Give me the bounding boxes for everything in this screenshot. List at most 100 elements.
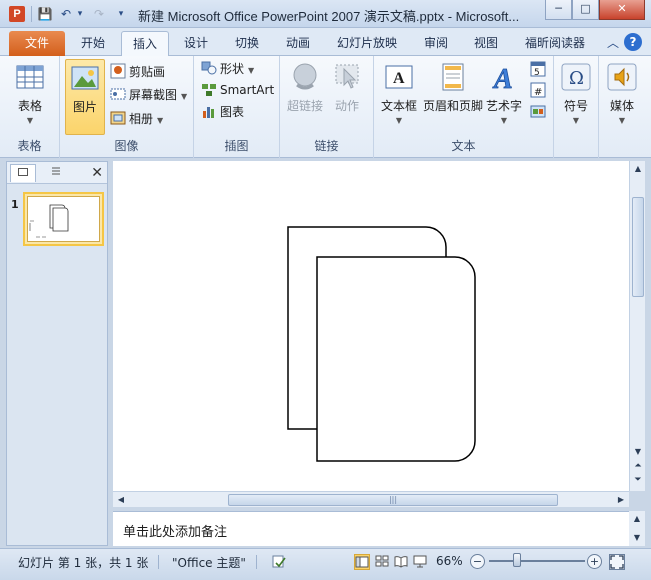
zoom-level[interactable]: 66% xyxy=(436,554,463,568)
chart-button[interactable]: 图表 xyxy=(201,102,244,122)
tab-outline[interactable] xyxy=(43,164,69,182)
tab-home[interactable]: 开始 xyxy=(69,31,117,56)
spell-check-icon[interactable] xyxy=(271,554,287,570)
tab-slides[interactable] xyxy=(10,164,36,182)
ribbon-tab-row: 文件 开始 插入 设计 切换 动画 幻灯片放映 审阅 视图 福昕阅读器 ︿ ? xyxy=(0,28,651,57)
powerpoint-app-icon[interactable]: P xyxy=(9,6,25,22)
vertical-scroll-thumb[interactable] xyxy=(632,197,644,297)
wordart-button[interactable]: A 艺术字 ▼ xyxy=(484,59,524,125)
front-rounded-rectangle xyxy=(316,256,476,462)
zoom-in-button[interactable]: + xyxy=(587,554,602,569)
previous-slide-icon[interactable]: ⏶ xyxy=(630,459,646,473)
scroll-right-icon[interactable]: ▶ xyxy=(613,493,629,507)
zoom-out-button[interactable]: − xyxy=(470,554,485,569)
svg-text:#: # xyxy=(534,87,542,98)
clipart-icon xyxy=(110,63,126,79)
customize-qat-icon[interactable]: ▾ xyxy=(115,6,127,22)
table-button[interactable]: 表格 ▼ xyxy=(6,59,54,125)
undo-icon[interactable]: ↶ xyxy=(59,6,73,22)
scroll-up-icon[interactable]: ▲ xyxy=(630,162,646,176)
workspace: ✕ 1 ▲ ▼ ⏶ ⏷ ◀ ||| ▶ 单击此处添加备注 ▲ ▼ xyxy=(0,158,651,548)
symbol-button[interactable]: Ω 符号 ▼ xyxy=(557,59,595,125)
screenshot-button-label: 屏幕截图 xyxy=(129,88,178,102)
scroll-left-icon[interactable]: ◀ xyxy=(113,493,129,507)
slide-number-icon: # xyxy=(530,82,546,98)
help-icon[interactable]: ? xyxy=(624,33,642,51)
notes-pane[interactable]: 单击此处添加备注 xyxy=(113,511,629,546)
tab-animations[interactable]: 动画 xyxy=(275,31,321,56)
group-label-links: 链接 xyxy=(314,139,339,153)
status-separator xyxy=(158,555,159,569)
wordart-icon: A xyxy=(488,61,520,96)
photo-album-icon xyxy=(110,110,126,126)
smartart-button[interactable]: SmartArt xyxy=(201,80,274,100)
header-footer-button[interactable]: 页眉和页脚 xyxy=(422,59,484,114)
textbox-button[interactable]: A 文本框 ▼ xyxy=(377,59,421,125)
title-bar: P 💾 ↶ ▾ ↷ ▾ 新建 Microsoft Office PowerPoi… xyxy=(0,0,651,28)
notes-placeholder[interactable]: 单击此处添加备注 xyxy=(123,521,227,540)
notes-scroll-up-icon[interactable]: ▲ xyxy=(629,512,645,526)
slide-thumbnail-selected[interactable] xyxy=(23,192,104,246)
screenshot-button[interactable]: 屏幕截图 ▼ xyxy=(110,85,187,105)
header-footer-button-label: 页眉和页脚 xyxy=(422,99,483,113)
slide-count-status: 幻灯片 第 1 张，共 1 张 xyxy=(18,556,149,570)
clipart-button[interactable]: 剪贴画 xyxy=(110,62,165,82)
zoom-slider[interactable] xyxy=(489,560,585,562)
undo-dropdown-icon[interactable]: ▾ xyxy=(75,6,85,22)
tab-file[interactable]: 文件 xyxy=(9,31,65,56)
date-time-icon: 5 xyxy=(530,61,546,78)
minimize-ribbon-icon[interactable]: ︿ xyxy=(607,34,619,51)
group-media: 媒体 ▼ xyxy=(599,56,651,158)
group-images: 图片 剪贴画 屏幕截图 ▼ 相册 ▼ 图像 xyxy=(60,56,194,158)
next-slide-icon[interactable]: ⏷ xyxy=(630,473,646,487)
close-button[interactable]: ✕ xyxy=(599,0,645,20)
shapes-button[interactable]: 形状 ▼ xyxy=(201,59,254,79)
slide-number-button[interactable]: # xyxy=(530,81,549,101)
action-button[interactable]: 动作 xyxy=(328,59,366,114)
slideshow-view-icon[interactable] xyxy=(412,554,428,570)
normal-view-icon[interactable] xyxy=(354,554,370,570)
redo-icon[interactable]: ↷ xyxy=(92,6,106,22)
date-time-button[interactable]: 5 xyxy=(530,60,549,80)
notes-scroll-down-icon[interactable]: ▼ xyxy=(629,531,645,545)
table-button-label: 表格 xyxy=(17,99,42,113)
picture-button[interactable]: 图片 xyxy=(65,59,105,135)
vertical-scrollbar[interactable]: ▲ ▼ ⏶ ⏷ xyxy=(629,161,645,491)
horizontal-scrollbar[interactable]: ◀ ||| ▶ xyxy=(113,491,629,507)
fit-to-window-icon[interactable] xyxy=(609,554,625,570)
object-icon xyxy=(530,103,546,119)
reading-view-icon[interactable] xyxy=(393,554,409,570)
window-title: 新建 Microsoft Office PowerPoint 2007 演示文稿… xyxy=(138,9,520,24)
scroll-down-icon[interactable]: ▼ xyxy=(630,445,646,459)
tab-foxit-reader[interactable]: 福昕阅读器 xyxy=(514,31,596,56)
hyperlink-icon xyxy=(289,61,321,93)
action-button-label: 动作 xyxy=(334,99,359,113)
slide-sorter-icon[interactable] xyxy=(374,554,390,570)
horizontal-scroll-thumb[interactable]: ||| xyxy=(228,494,558,506)
tab-review[interactable]: 审阅 xyxy=(413,31,459,56)
tab-insert[interactable]: 插入 xyxy=(121,31,169,57)
slide-shapes xyxy=(287,226,476,462)
object-button[interactable] xyxy=(530,102,549,122)
media-button[interactable]: 媒体 ▼ xyxy=(603,59,641,125)
minimize-button[interactable]: ─ xyxy=(545,0,572,20)
close-pane-icon[interactable]: ✕ xyxy=(91,164,103,182)
status-separator xyxy=(256,555,257,569)
header-footer-icon xyxy=(437,61,469,93)
omega-icon: Ω xyxy=(560,61,592,93)
chart-icon xyxy=(201,103,217,119)
smartart-button-label: SmartArt xyxy=(220,83,275,97)
tab-transitions[interactable]: 切换 xyxy=(224,31,270,56)
slides-tab-icon xyxy=(18,168,28,176)
slide-canvas[interactable] xyxy=(113,161,629,491)
group-links: 超链接 动作 链接 xyxy=(280,56,374,158)
zoom-slider-thumb[interactable] xyxy=(513,553,521,567)
photo-album-button[interactable]: 相册 ▼ xyxy=(110,109,163,129)
tab-slideshow[interactable]: 幻灯片放映 xyxy=(328,31,406,56)
save-icon[interactable]: 💾 xyxy=(37,6,53,22)
maximize-button[interactable]: □ xyxy=(572,0,599,20)
tab-design[interactable]: 设计 xyxy=(173,31,219,56)
hyperlink-button[interactable]: 超链接 xyxy=(285,59,325,114)
notes-scrollbar[interactable]: ▲ ▼ xyxy=(629,511,645,546)
tab-view[interactable]: 视图 xyxy=(463,31,509,56)
